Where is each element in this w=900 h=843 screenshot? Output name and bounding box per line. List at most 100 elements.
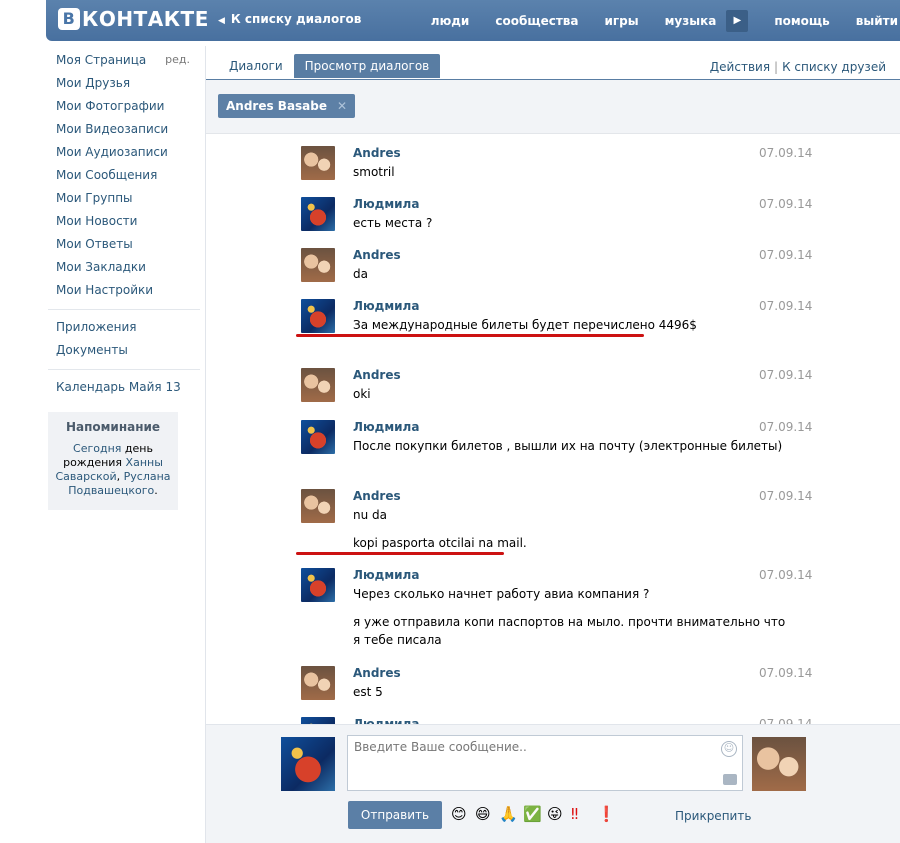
- sidebar-item-news[interactable]: Мои Новости: [48, 211, 200, 234]
- top-nav: люди сообщества игры музыка ▶ помощь вый…: [405, 0, 900, 41]
- nav-help[interactable]: помощь: [774, 14, 829, 28]
- message-author[interactable]: Людмила: [353, 568, 419, 582]
- edit-link[interactable]: ред.: [165, 50, 190, 70]
- back-link-label: К списку диалогов: [230, 12, 362, 26]
- reminder-comma: ,: [116, 470, 121, 483]
- reminder-end: .: [154, 484, 158, 497]
- reminder-today-link[interactable]: Сегодня: [73, 442, 121, 455]
- grin-emoji-icon[interactable]: 😄: [475, 805, 491, 823]
- actions-separator: |: [774, 60, 779, 74]
- sidebar-item-videos[interactable]: Мои Видеозаписи: [48, 119, 200, 142]
- avatar[interactable]: [301, 568, 335, 602]
- wink-emoji-icon[interactable]: 😜: [547, 805, 563, 823]
- check-emoji-icon[interactable]: ✅: [523, 805, 542, 823]
- close-icon[interactable]: ✕: [337, 94, 347, 118]
- smile-emoji-icon[interactable]: 😊: [451, 805, 467, 823]
- sidebar-item-messages[interactable]: Мои Сообщения: [48, 165, 200, 188]
- tabs: Диалоги Просмотр диалогов: [218, 54, 441, 78]
- sidebar-item-apps[interactable]: Приложения: [48, 317, 200, 340]
- avatar[interactable]: [281, 737, 335, 791]
- avatar[interactable]: [301, 146, 335, 180]
- message-input[interactable]: Введите Ваше сообщение.. ☺: [347, 735, 743, 791]
- message-date: 07.09.14: [759, 299, 813, 313]
- reminder-title: Напоминание: [65, 420, 161, 434]
- actions-link[interactable]: Действия: [710, 60, 770, 74]
- message-text: За международные билеты будет перечислен…: [353, 318, 697, 332]
- double-exclamation-icon[interactable]: ‼: [571, 805, 578, 823]
- sidebar-divider: [48, 309, 200, 310]
- smile-icon[interactable]: ☺: [721, 741, 737, 757]
- message-text: я тебе писала: [353, 633, 442, 647]
- pray-emoji-icon[interactable]: 🙏: [499, 805, 518, 823]
- sidebar-item-bookmarks[interactable]: Мои Закладки: [48, 257, 200, 280]
- sidebar-divider: [48, 369, 200, 370]
- send-button[interactable]: Отправить: [348, 801, 442, 829]
- back-to-dialogs-link[interactable]: ◀ К списку диалогов: [218, 12, 361, 26]
- friends-list-link[interactable]: К списку друзей: [782, 60, 886, 74]
- sidebar-item-friends[interactable]: Мои Друзья: [48, 73, 200, 96]
- vk-logo[interactable]: В КОНТАКТЕ: [58, 7, 209, 31]
- red-underline: [296, 552, 504, 555]
- message-author[interactable]: Andres: [353, 146, 401, 160]
- message-author[interactable]: Людмила: [353, 420, 419, 434]
- message-date: 07.09.14: [759, 248, 813, 262]
- sidebar: Моя Страница ред. Мои Друзья Мои Фотограф…: [48, 50, 200, 510]
- top-bar: В КОНТАКТЕ ◀ К списку диалогов люди сообщ…: [46, 0, 900, 41]
- avatar[interactable]: [301, 368, 335, 402]
- participant-chip[interactable]: Andres Basabe ✕: [218, 94, 356, 118]
- filter-bar: Andres Basabe ✕: [206, 80, 900, 134]
- message-date: 07.09.14: [759, 420, 813, 434]
- sidebar-item-groups[interactable]: Мои Группы: [48, 188, 200, 211]
- chevron-left-icon: ◀: [218, 16, 225, 26]
- play-icon[interactable]: ▶: [726, 9, 749, 32]
- avatar[interactable]: [301, 299, 335, 333]
- tab-dialogs[interactable]: Диалоги: [218, 54, 294, 78]
- message-date: 07.09.14: [759, 368, 813, 382]
- sidebar-item-audio[interactable]: Мои Аудиозаписи: [48, 142, 200, 165]
- exclamation-icon[interactable]: ❗: [597, 805, 616, 823]
- red-underline: [296, 334, 644, 337]
- nav-logout[interactable]: выйти: [856, 14, 898, 28]
- nav-people[interactable]: люди: [431, 14, 470, 28]
- sidebar-item-photos[interactable]: Мои Фотографии: [48, 96, 200, 119]
- message-author[interactable]: Людмила: [353, 197, 419, 211]
- message-list: Andres 07.09.14 smotril Людмила 07.09.14…: [206, 136, 900, 726]
- message-date: 07.09.14: [759, 197, 813, 211]
- message-text: est 5: [353, 685, 383, 699]
- message-date: 07.09.14: [759, 666, 813, 680]
- message-author[interactable]: Andres: [353, 248, 401, 262]
- avatar[interactable]: [752, 737, 806, 791]
- avatar[interactable]: [301, 248, 335, 282]
- logo-text: КОНТАКТЕ: [82, 7, 209, 31]
- sidebar-item-answers[interactable]: Мои Ответы: [48, 234, 200, 257]
- sidebar-item-my-page[interactable]: Моя Страница ред.: [48, 50, 200, 73]
- nav-communities[interactable]: сообщества: [495, 14, 578, 28]
- message-text: kopi pasporta otcilai na mail.: [353, 536, 527, 550]
- message-date: 07.09.14: [759, 146, 813, 160]
- sidebar-item-label: Моя Страница: [56, 53, 147, 67]
- reminder-text: Сегодня день рождения Ханны Саварской, Р…: [54, 442, 172, 498]
- header-actions: Действия | К списку друзей: [710, 60, 886, 74]
- logo-letter: В: [58, 8, 80, 30]
- sidebar-item-calendar[interactable]: Календарь Майя 13: [48, 377, 200, 400]
- message-author[interactable]: Andres: [353, 666, 401, 680]
- message-text: oki: [353, 387, 371, 401]
- message-input-placeholder: Введите Ваше сообщение..: [354, 740, 527, 754]
- message-author[interactable]: Andres: [353, 368, 401, 382]
- avatar[interactable]: [301, 489, 335, 523]
- message-author[interactable]: Людмила: [353, 299, 419, 313]
- avatar[interactable]: [301, 666, 335, 700]
- tab-view-dialogs[interactable]: Просмотр диалогов: [293, 54, 441, 78]
- nav-music[interactable]: музыка: [665, 14, 717, 28]
- message-text: smotril: [353, 165, 395, 179]
- compose-area: Введите Ваше сообщение.. ☺ Отправить 😊 😄…: [206, 724, 900, 843]
- attach-link[interactable]: Прикрепить: [675, 809, 751, 823]
- avatar[interactable]: [301, 197, 335, 231]
- camera-icon[interactable]: [723, 774, 737, 785]
- nav-games[interactable]: игры: [605, 14, 639, 28]
- sidebar-item-documents[interactable]: Документы: [48, 340, 200, 363]
- message-author[interactable]: Andres: [353, 489, 401, 503]
- avatar[interactable]: [301, 420, 335, 454]
- sidebar-item-settings[interactable]: Мои Настройки: [48, 280, 200, 303]
- message-text: есть места ?: [353, 216, 433, 230]
